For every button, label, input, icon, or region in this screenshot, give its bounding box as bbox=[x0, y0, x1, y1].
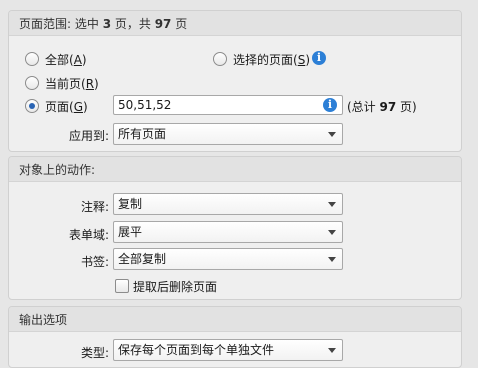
object-actions-header: 对象上的动作: bbox=[9, 157, 461, 182]
annotations-select[interactable]: 复制 bbox=[113, 193, 343, 215]
output-options-panel: 输出选项 类型: 保存每个页面到每个单独文件 bbox=[8, 306, 462, 368]
apply-to-label: 应用到: bbox=[68, 129, 109, 143]
output-options-title: 输出选项 bbox=[19, 313, 68, 327]
form-fields-value: 展平 bbox=[118, 225, 143, 239]
selected-pages-radio[interactable] bbox=[213, 52, 227, 66]
chevron-down-icon bbox=[328, 348, 336, 353]
extract-delete-label[interactable]: 提取后删除页面 bbox=[133, 278, 217, 295]
chevron-down-icon bbox=[328, 230, 336, 235]
output-options-header: 输出选项 bbox=[9, 307, 461, 332]
form-fields-label: 表单域: bbox=[68, 228, 109, 242]
chevron-down-icon bbox=[328, 257, 336, 262]
selected-pages-info-icon[interactable]: i bbox=[312, 51, 326, 65]
current-page-radio[interactable] bbox=[25, 76, 39, 90]
apply-to-select[interactable]: 所有页面 bbox=[113, 123, 343, 145]
pages-label[interactable]: 页面(G) bbox=[45, 98, 88, 115]
bookmarks-value: 全部复制 bbox=[118, 252, 167, 266]
chevron-down-icon bbox=[328, 202, 336, 207]
annotations-value: 复制 bbox=[118, 197, 143, 211]
all-pages-label[interactable]: 全部(A) bbox=[45, 51, 87, 68]
pages-input[interactable]: 50,51,52 bbox=[113, 95, 343, 115]
type-label: 类型: bbox=[80, 346, 109, 360]
extract-delete-checkbox[interactable] bbox=[115, 279, 129, 293]
chevron-down-icon bbox=[328, 132, 336, 137]
page-range-panel: 页面范围: 选中 3 页，共 97 页 全部(A) 选择的页面(S) i 当前页… bbox=[8, 10, 462, 152]
bookmarks-select[interactable]: 全部复制 bbox=[113, 248, 343, 270]
page-range-title: 页面范围: 选中 3 页，共 97 页 bbox=[19, 17, 188, 31]
page-range-header: 页面范围: 选中 3 页，共 97 页 bbox=[9, 11, 461, 36]
object-actions-title: 对象上的动作: bbox=[19, 163, 96, 177]
form-fields-select[interactable]: 展平 bbox=[113, 221, 343, 243]
bookmarks-label: 书签: bbox=[80, 255, 109, 269]
pages-info-icon[interactable]: i bbox=[323, 98, 337, 112]
apply-to-value: 所有页面 bbox=[118, 127, 167, 141]
annotations-label: 注释: bbox=[80, 200, 109, 214]
current-page-label[interactable]: 当前页(R) bbox=[45, 75, 99, 92]
all-pages-radio[interactable] bbox=[25, 52, 39, 66]
total-pages-label: (总计 97 页) bbox=[347, 100, 417, 114]
type-value: 保存每个页面到每个单独文件 bbox=[118, 343, 275, 357]
object-actions-panel: 对象上的动作: 注释: 复制 表单域: 展平 书签: 全部复制 提取后删除页面 bbox=[8, 156, 462, 300]
pages-radio[interactable] bbox=[25, 99, 39, 113]
selected-pages-label[interactable]: 选择的页面(S) bbox=[233, 51, 310, 68]
